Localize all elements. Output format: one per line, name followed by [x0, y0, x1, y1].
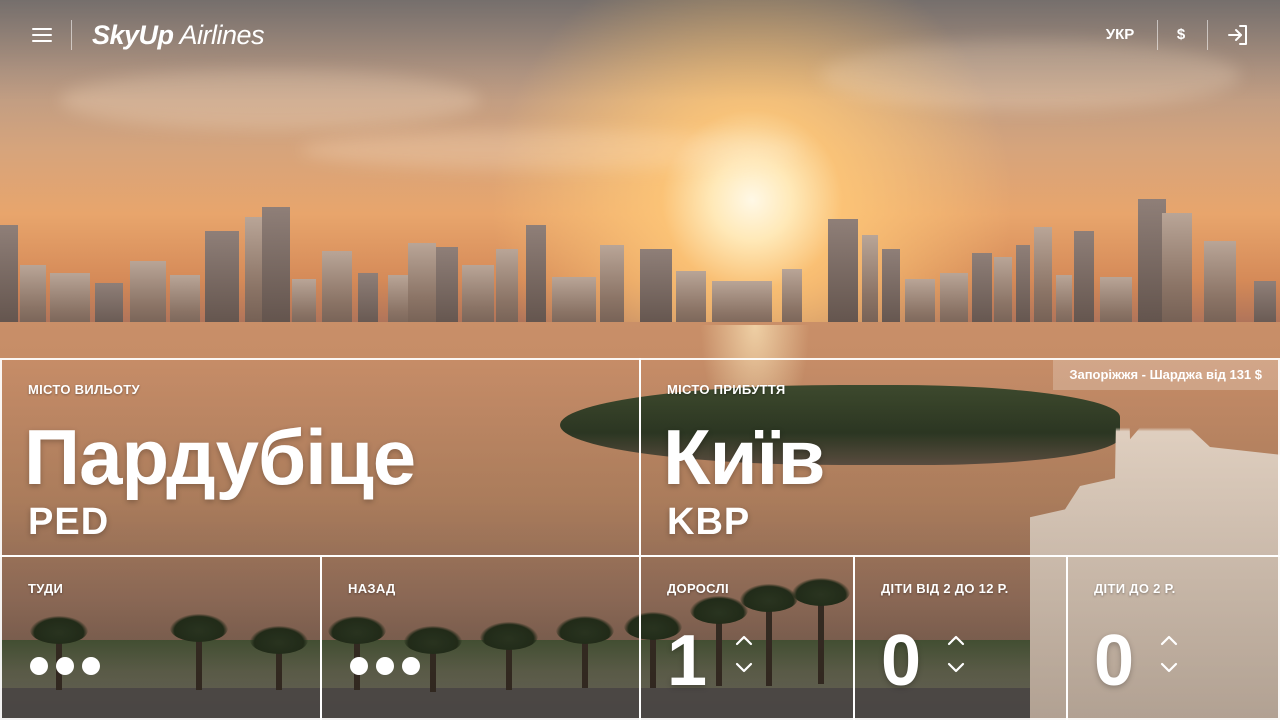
departure-label: МІСТО ВИЛЬОТУ — [28, 382, 140, 397]
infants-count: 0 — [1094, 621, 1135, 701]
logo-brand: SkyUp — [92, 20, 174, 50]
chevron-down-icon[interactable] — [1159, 657, 1179, 677]
departure-city: Пардубіце — [24, 413, 416, 501]
header-divider — [71, 20, 72, 50]
flight-search-form: МІСТО ВИЛЬОТУ Пардубіце PED МІСТО ПРИБУТ… — [0, 358, 1280, 720]
adults-stepper — [731, 629, 757, 685]
chevron-down-icon[interactable] — [734, 657, 754, 677]
infants-passenger-field: ДІТИ ДО 2 Р. 0 — [1066, 555, 1280, 720]
currency-switch[interactable]: $ — [1165, 20, 1197, 50]
departure-city-field[interactable]: МІСТО ВИЛЬОТУ Пардубіце PED — [0, 358, 641, 557]
outbound-date-field[interactable]: ТУДИ — [0, 555, 322, 720]
login-icon[interactable] — [1226, 23, 1250, 47]
logo-suffix: Airlines — [179, 20, 265, 50]
children-label: ДІТИ ВІД 2 ДО 12 Р. — [881, 581, 1009, 596]
header-divider — [1157, 20, 1158, 50]
chevron-up-icon[interactable] — [1159, 631, 1179, 651]
children-count: 0 — [881, 621, 922, 701]
adults-count: 1 — [667, 621, 708, 701]
top-bar: SkyUp Airlines УКР $ — [0, 0, 1280, 72]
arrival-label: МІСТО ПРИБУТТЯ — [667, 382, 786, 397]
arrival-city: Київ — [663, 413, 825, 501]
adults-passenger-field: ДОРОСЛІ 1 — [639, 555, 855, 720]
adults-label: ДОРОСЛІ — [667, 581, 729, 596]
chevron-up-icon[interactable] — [946, 631, 966, 651]
children-passenger-field: ДІТИ ВІД 2 ДО 12 Р. 0 — [853, 555, 1068, 720]
date-placeholder-dots — [30, 657, 108, 677]
logo[interactable]: SkyUp Airlines — [92, 18, 265, 52]
infants-stepper — [1156, 629, 1182, 685]
language-switch[interactable]: УКР — [1096, 20, 1144, 50]
hamburger-menu-icon[interactable] — [30, 25, 54, 45]
arrival-city-field[interactable]: МІСТО ПРИБУТТЯ Київ KBP Запоріжжя - Шард… — [639, 358, 1280, 557]
children-stepper — [943, 629, 969, 685]
departure-code: PED — [28, 501, 110, 543]
arrival-code: KBP — [667, 501, 751, 543]
chevron-up-icon[interactable] — [734, 631, 754, 651]
infants-label: ДІТИ ДО 2 Р. — [1094, 581, 1176, 596]
promo-offer-link[interactable]: Запоріжжя - Шарджа від 131 $ — [1053, 360, 1278, 390]
date-placeholder-dots — [350, 657, 428, 677]
return-label: НАЗАД — [348, 581, 396, 596]
outbound-label: ТУДИ — [28, 581, 64, 596]
header-divider — [1207, 20, 1208, 50]
return-date-field[interactable]: НАЗАД — [320, 555, 641, 720]
chevron-down-icon[interactable] — [946, 657, 966, 677]
